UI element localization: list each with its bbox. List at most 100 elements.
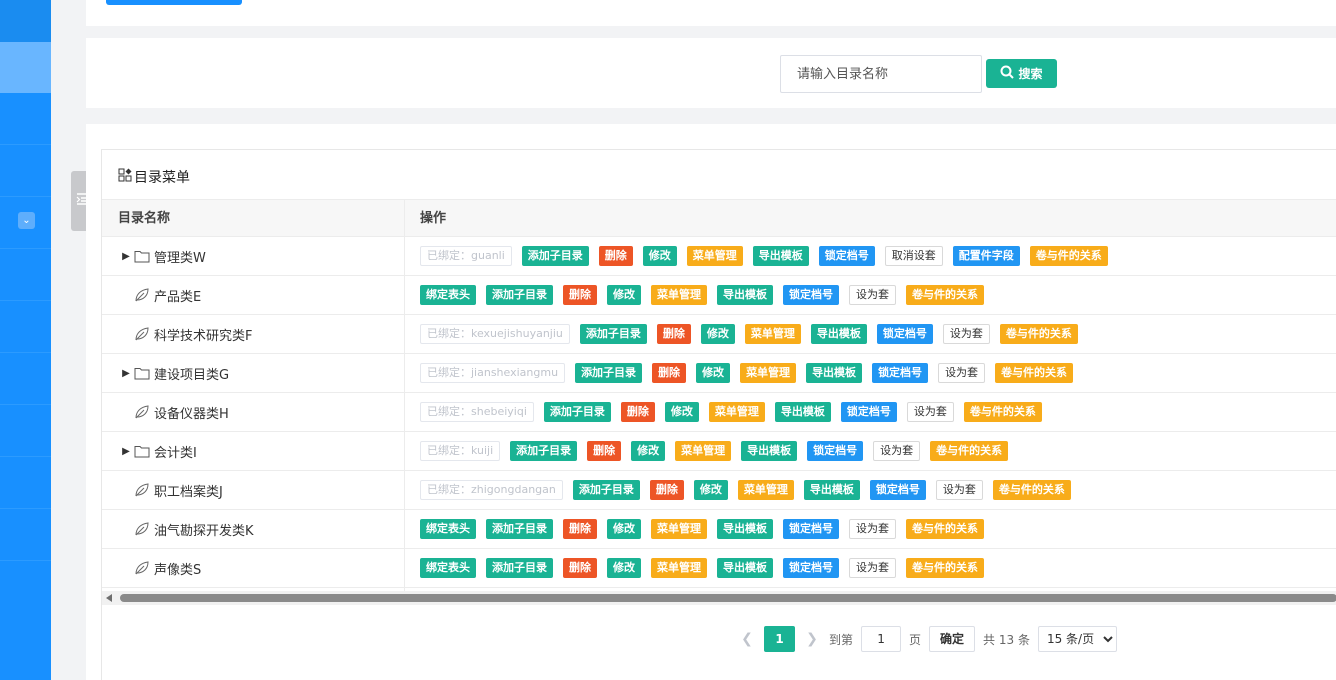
action-button[interactable]: 锁定档号 (872, 363, 929, 383)
sidebar-item[interactable] (0, 249, 51, 301)
sidebar-item[interactable] (0, 509, 51, 561)
action-button[interactable]: 导出模板 (774, 402, 831, 422)
sidebar-item-active[interactable] (0, 42, 51, 93)
action-button[interactable]: 锁定档号 (840, 402, 897, 422)
action-button[interactable]: 卷与件的关系 (930, 441, 1009, 461)
goto-confirm-button[interactable]: 确定 (929, 626, 976, 652)
catalog-name-cell[interactable]: ▶ 会计类I (120, 432, 197, 470)
action-button[interactable]: 菜单管理 (737, 480, 794, 500)
action-button[interactable]: 导出模板 (803, 480, 860, 500)
action-button[interactable]: 卷与件的关系 (906, 285, 984, 305)
action-button[interactable]: 卷与件的关系 (906, 558, 984, 578)
action-button[interactable]: 锁定档号 (783, 285, 839, 305)
action-button[interactable]: 导出模板 (717, 558, 773, 578)
horizontal-scrollbar[interactable] (102, 591, 1336, 605)
action-button[interactable]: 设为套 (942, 324, 990, 344)
action-button[interactable]: 设为套 (938, 363, 986, 383)
action-button[interactable]: 锁定档号 (818, 246, 875, 266)
search-input[interactable] (780, 55, 982, 93)
action-button[interactable]: 锁定档号 (869, 480, 926, 500)
search-button[interactable]: 搜索 (986, 59, 1057, 88)
action-button[interactable]: 绑定表头 (420, 558, 476, 578)
action-button[interactable]: 导出模板 (717, 285, 773, 305)
catalog-name-cell[interactable]: ▶ 建设项目类G (120, 354, 229, 392)
action-button[interactable]: 设为套 (849, 285, 896, 305)
catalog-name-cell[interactable]: ▶产品类E (120, 276, 201, 314)
action-button[interactable]: 锁定档号 (783, 558, 839, 578)
action-button[interactable]: 导出模板 (806, 363, 863, 383)
action-button[interactable]: 删除 (587, 441, 622, 461)
sidebar-item[interactable] (0, 0, 51, 42)
catalog-name-cell[interactable]: ▶声像类S (120, 549, 201, 587)
action-button[interactable]: 卷与件的关系 (1029, 246, 1108, 266)
catalog-name-cell[interactable]: ▶油气勘探开发类K (120, 510, 254, 548)
action-button[interactable]: 修改 (607, 558, 641, 578)
action-button[interactable]: 设为套 (906, 402, 954, 422)
action-button[interactable]: 添加子目录 (521, 246, 589, 266)
action-button[interactable]: 卷与件的关系 (999, 324, 1078, 344)
action-button[interactable]: 导出模板 (810, 324, 867, 344)
sidebar-item[interactable] (0, 145, 51, 197)
action-button[interactable]: 锁定档号 (807, 441, 864, 461)
action-button[interactable]: 卷与件的关系 (995, 363, 1074, 383)
action-button[interactable]: 菜单管理 (744, 324, 801, 344)
scrollbar-thumb[interactable] (120, 594, 1336, 602)
action-button[interactable]: 添加子目录 (486, 558, 553, 578)
chevron-down-icon[interactable]: ⌄ (18, 212, 35, 229)
top-action-button[interactable] (106, 0, 242, 5)
catalog-name-cell[interactable]: ▶职工档案类J (120, 471, 223, 509)
action-button[interactable]: 删除 (598, 246, 633, 266)
action-button[interactable]: 修改 (642, 246, 677, 266)
action-button[interactable]: 删除 (563, 519, 597, 539)
action-button[interactable]: 修改 (696, 363, 731, 383)
action-button[interactable]: 锁定档号 (876, 324, 933, 344)
sidebar-item[interactable] (0, 353, 51, 405)
action-button[interactable]: 导出模板 (752, 246, 809, 266)
page-number-current[interactable]: 1 (764, 626, 795, 652)
action-button[interactable]: 导出模板 (741, 441, 798, 461)
action-button[interactable]: 删除 (649, 480, 684, 500)
action-button[interactable]: 卷与件的关系 (963, 402, 1042, 422)
action-button[interactable]: 修改 (700, 324, 735, 344)
action-button[interactable]: 修改 (693, 480, 728, 500)
scroll-left-icon[interactable] (106, 594, 112, 602)
action-button[interactable]: 菜单管理 (651, 558, 707, 578)
action-button[interactable]: 菜单管理 (708, 402, 765, 422)
action-button[interactable]: 修改 (664, 402, 699, 422)
page-size-select[interactable]: 15 条/页 (1037, 626, 1117, 652)
expand-caret-icon[interactable]: ▶ (120, 368, 132, 379)
action-button[interactable]: 卷与件的关系 (992, 480, 1071, 500)
sidebar-item[interactable] (0, 93, 51, 145)
action-button[interactable]: 添加子目录 (510, 441, 578, 461)
action-button[interactable]: 设为套 (935, 480, 983, 500)
action-button[interactable]: 取消设套 (884, 246, 943, 266)
expand-caret-icon[interactable]: ▶ (120, 446, 132, 457)
action-button[interactable]: 绑定表头 (420, 285, 476, 305)
action-button[interactable]: 删除 (652, 363, 687, 383)
action-button[interactable]: 设为套 (849, 558, 896, 578)
action-button[interactable]: 绑定表头 (420, 519, 476, 539)
action-button[interactable]: 设为套 (873, 441, 921, 461)
action-button[interactable]: 菜单管理 (686, 246, 743, 266)
action-button[interactable]: 卷与件的关系 (906, 519, 984, 539)
action-button[interactable]: 添加子目录 (486, 285, 553, 305)
action-button[interactable]: 配置件字段 (952, 246, 1020, 266)
sidebar-item[interactable] (0, 457, 51, 509)
sidebar-item[interactable] (0, 405, 51, 457)
action-button[interactable]: 菜单管理 (740, 363, 797, 383)
catalog-name-cell[interactable]: ▶ 管理类W (120, 237, 206, 275)
goto-page-input[interactable] (861, 626, 902, 652)
action-button[interactable]: 删除 (656, 324, 691, 344)
action-button[interactable]: 菜单管理 (651, 519, 707, 539)
action-button[interactable]: 删除 (620, 402, 655, 422)
sidebar-item[interactable] (0, 301, 51, 353)
action-button[interactable]: 菜单管理 (675, 441, 732, 461)
action-button[interactable]: 修改 (607, 519, 641, 539)
action-button[interactable]: 添加子目录 (575, 363, 643, 383)
action-button[interactable]: 添加子目录 (579, 324, 647, 344)
action-button[interactable]: 菜单管理 (651, 285, 707, 305)
action-button[interactable]: 修改 (607, 285, 641, 305)
next-page-icon[interactable]: ❯ (803, 631, 821, 647)
action-button[interactable]: 设为套 (849, 519, 896, 539)
action-button[interactable]: 导出模板 (717, 519, 773, 539)
